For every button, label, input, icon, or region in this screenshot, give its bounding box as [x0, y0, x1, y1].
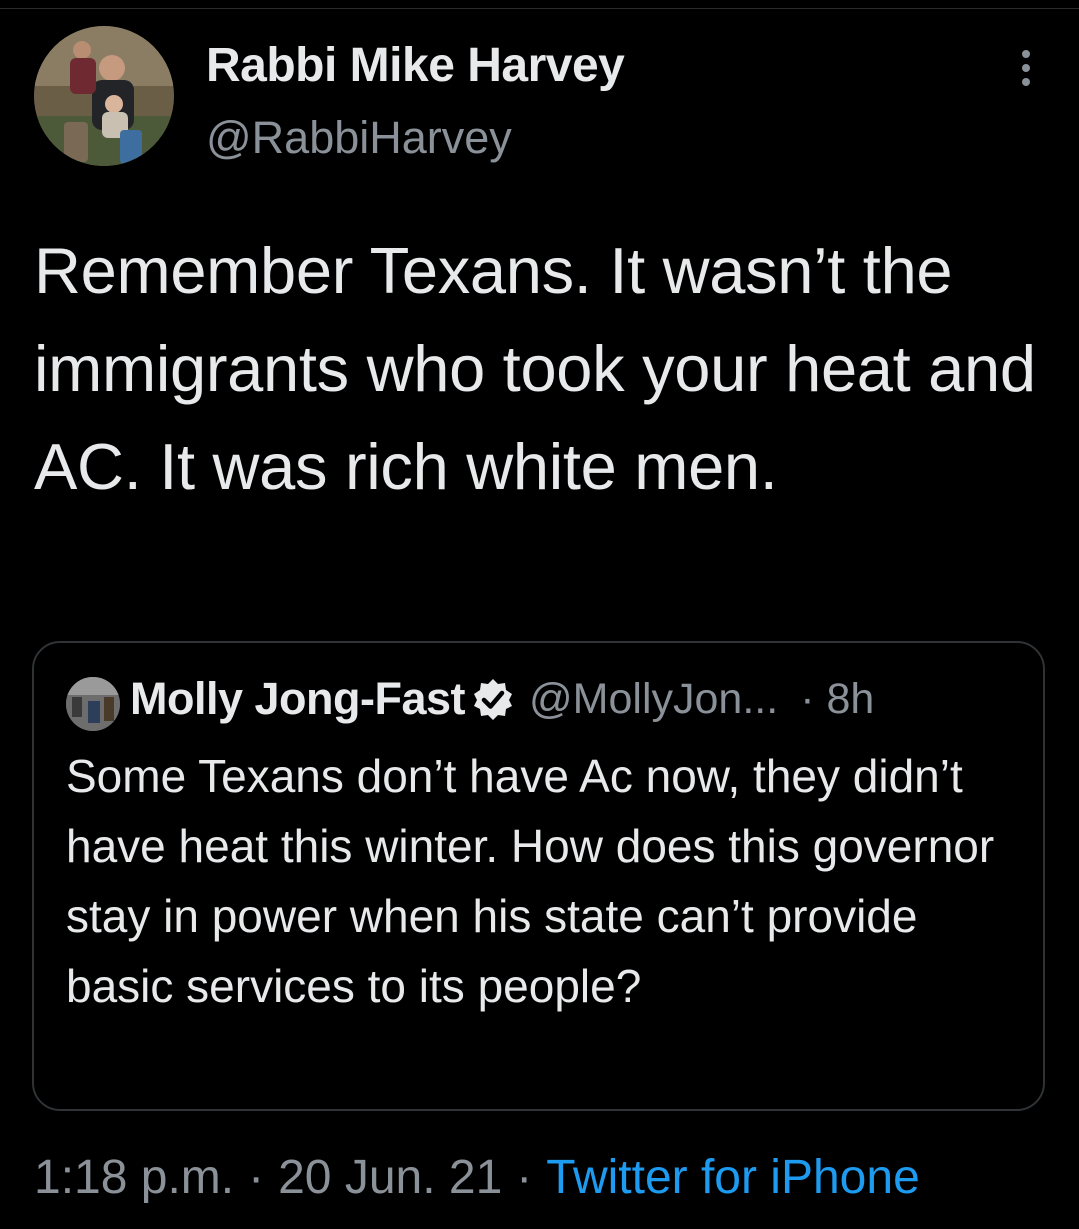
author-display-name[interactable]: Rabbi Mike Harvey — [206, 38, 625, 93]
top-divider — [0, 8, 1079, 9]
quoted-author-handle[interactable]: @MollyJon... — [529, 675, 778, 724]
quoted-timestamp[interactable]: 8h — [827, 675, 875, 724]
quoted-author-avatar[interactable] — [66, 677, 120, 731]
quoted-tweet-header: Molly Jong-Fast @MollyJon... · 8h — [130, 669, 874, 729]
quoted-tweet-card[interactable]: Molly Jong-Fast @MollyJon... · 8h Some T… — [32, 641, 1045, 1111]
quoted-author-name[interactable]: Molly Jong-Fast — [130, 673, 466, 725]
verified-badge-icon — [471, 677, 515, 721]
tweet-date[interactable]: 20 Jun. 21 — [278, 1150, 502, 1205]
author-avatar[interactable] — [34, 26, 174, 166]
quoted-avatar-photo-icon — [66, 677, 120, 731]
tweet-metadata: 1:18 p.m. · 20 Jun. 21 · Twitter for iPh… — [34, 1150, 920, 1205]
quoted-separator: · — [800, 674, 815, 723]
tweet-time[interactable]: 1:18 p.m. — [34, 1150, 234, 1205]
meta-separator: · — [248, 1151, 265, 1204]
quoted-tweet-text: Some Texans don’t have Ac now, they didn… — [66, 750, 995, 1012]
tweet-source-link[interactable]: Twitter for iPhone — [546, 1150, 920, 1205]
more-options-icon[interactable] — [1014, 48, 1038, 88]
family-photo-avatar-icon — [34, 26, 174, 166]
author-handle[interactable]: @RabbiHarvey — [206, 112, 512, 164]
tweet-text: Remember Texans. It wasn’t the immigrant… — [34, 234, 1036, 503]
meta-separator: · — [516, 1151, 533, 1204]
